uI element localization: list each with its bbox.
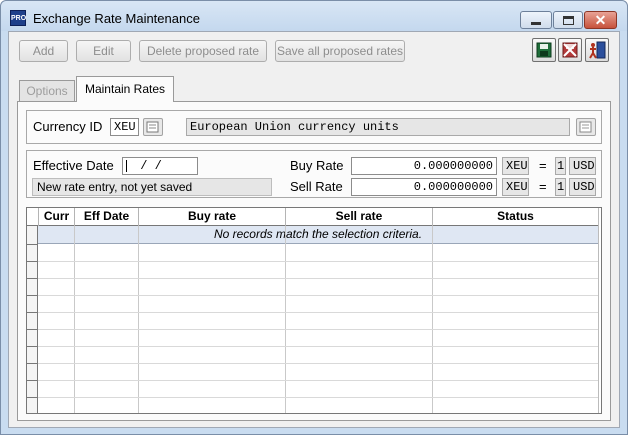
exit-button[interactable] (585, 38, 609, 62)
grid-column-line (74, 226, 75, 413)
close-button[interactable]: ✕ (584, 11, 617, 29)
delete-proposed-rate-button[interactable]: Delete proposed rate (139, 40, 267, 62)
app-window: PRO Exchange Rate Maintenance ✕ Add Edit… (0, 0, 628, 435)
grid-row-line (38, 329, 598, 330)
tab-options[interactable]: Options (19, 80, 75, 101)
text-cursor (126, 159, 127, 172)
grid-column-line (138, 226, 139, 413)
sell-rate-field[interactable]: 0.000000000 (351, 178, 497, 196)
detail-icon (579, 121, 592, 133)
grid-right-edge (598, 208, 601, 413)
buy-to-currency: USD (569, 157, 596, 175)
column-header-curr[interactable]: Curr (38, 208, 74, 226)
grid-row-line (38, 261, 598, 262)
currency-description-field: European Union currency units (186, 118, 570, 136)
cancel-icon (562, 42, 578, 58)
row-marker (27, 261, 38, 262)
grid-row-line (38, 295, 598, 296)
currency-id-field[interactable]: XEU (110, 118, 139, 136)
grid-row-line (38, 346, 598, 347)
sell-rate-label: Sell Rate (290, 179, 343, 194)
effective-date-value: / / (133, 159, 162, 173)
row-marker (27, 363, 38, 364)
save-all-proposed-rates-button[interactable]: Save all proposed rates (275, 40, 405, 62)
rates-grid[interactable]: Curr Eff Date Buy rate Sell rate Status … (26, 207, 602, 414)
row-marker (27, 312, 38, 313)
app-logo-icon: PRO (10, 10, 26, 26)
grid-row-line (38, 278, 598, 279)
grid-row-line (38, 363, 598, 364)
column-header-sell-rate[interactable]: Sell rate (285, 208, 432, 226)
row-marker (27, 329, 38, 330)
sell-equals: = (539, 179, 547, 194)
title-bar[interactable]: PRO Exchange Rate Maintenance ✕ (1, 1, 627, 31)
effective-date-field[interactable]: / / (122, 157, 198, 175)
buy-rate-label: Buy Rate (290, 158, 344, 173)
currency-lookup-button[interactable] (143, 118, 163, 136)
currency-detail-button[interactable] (576, 118, 596, 136)
client-area: Add Edit Delete proposed rate Save all p… (8, 31, 620, 428)
buy-units: 1 (555, 157, 566, 175)
close-icon: ✕ (594, 12, 607, 28)
status-message: New rate entry, not yet saved (32, 178, 272, 196)
row-marker (27, 380, 38, 381)
cancel-button[interactable] (558, 38, 582, 62)
tab-maintain-rates[interactable]: Maintain Rates (76, 76, 174, 102)
grid-column-line (285, 226, 286, 413)
exit-icon (589, 41, 606, 59)
row-marker (27, 397, 38, 398)
sell-units: 1 (555, 178, 566, 196)
grid-row-line (38, 380, 598, 381)
buy-rate-field[interactable]: 0.000000000 (351, 157, 497, 175)
edit-button[interactable]: Edit (76, 40, 131, 62)
grid-row-line (38, 312, 598, 313)
currency-id-label: Currency ID (33, 119, 103, 134)
column-header-status[interactable]: Status (432, 208, 598, 226)
rate-entry-group: Effective Date / / New rate entry, not y… (26, 150, 602, 198)
minimize-icon (531, 21, 541, 25)
empty-grid-message: No records match the selection criteria. (38, 226, 598, 244)
maximize-icon (562, 15, 574, 25)
row-marker (27, 244, 38, 245)
add-button[interactable]: Add (19, 40, 68, 62)
buy-equals: = (539, 158, 547, 173)
lookup-icon (146, 121, 159, 133)
effective-date-label: Effective Date (33, 158, 114, 173)
window-title: Exchange Rate Maintenance (33, 11, 200, 26)
row-indicator-column (27, 208, 38, 413)
buy-from-currency: XEU (502, 157, 529, 175)
row-marker (27, 346, 38, 347)
row-marker (27, 295, 38, 296)
sell-from-currency: XEU (502, 178, 529, 196)
save-button[interactable] (532, 38, 556, 62)
row-marker (27, 278, 38, 279)
grid-header: Curr Eff Date Buy rate Sell rate Status (27, 208, 601, 226)
column-header-eff-date[interactable]: Eff Date (74, 208, 138, 226)
currency-group: Currency ID XEU European Union currency … (26, 110, 602, 144)
minimize-button[interactable] (520, 11, 552, 29)
grid-row-line (38, 397, 598, 398)
maintain-rates-panel: Currency ID XEU European Union currency … (17, 101, 611, 421)
save-icon (536, 42, 552, 58)
maximize-button[interactable] (553, 11, 583, 29)
grid-column-line (432, 226, 433, 413)
sell-to-currency: USD (569, 178, 596, 196)
column-header-buy-rate[interactable]: Buy rate (138, 208, 285, 226)
